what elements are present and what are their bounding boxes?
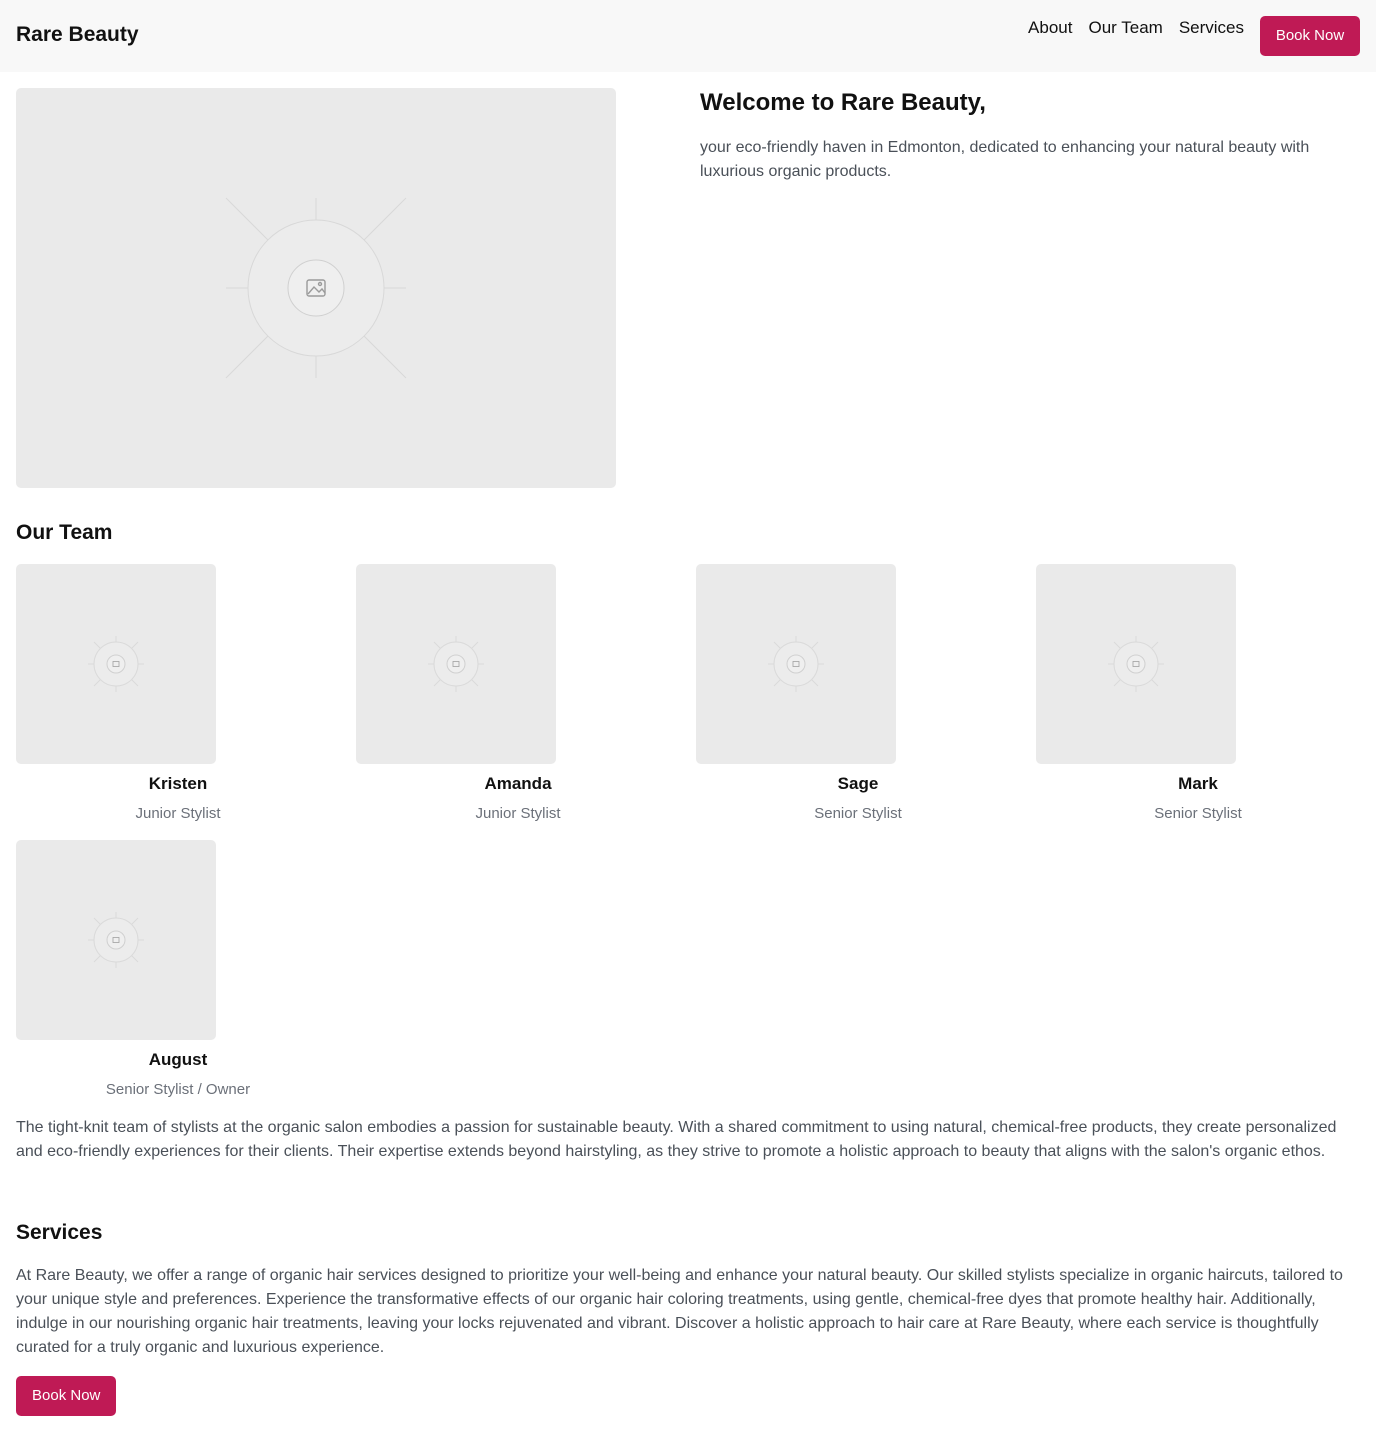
image-placeholder-icon (428, 636, 484, 692)
team-member-photo (16, 564, 216, 764)
team-member-role: Junior Stylist (475, 805, 561, 822)
team-member-name: Kristen (148, 774, 208, 793)
header-book-now-button[interactable]: Book Now (1260, 16, 1360, 56)
team-member-name: Amanda (484, 774, 552, 793)
team-member-role: Senior Stylist / Owner (105, 1081, 251, 1098)
site-header: Rare Beauty About Our Team Services Book… (0, 0, 1376, 72)
nav-services[interactable]: Services (1179, 18, 1244, 38)
image-placeholder-icon (768, 636, 824, 692)
hero-title: Welcome to Rare Beauty, (700, 89, 986, 116)
image-placeholder-icon (88, 636, 144, 692)
team-member-role: Junior Stylist (135, 805, 221, 822)
team-member-name: Mark (1178, 774, 1218, 793)
team-member-name: Sage (837, 774, 879, 793)
team-member-name: August (148, 1050, 208, 1069)
main-nav: About Our Team Services (1028, 18, 1244, 38)
team-description: The tight-knit team of stylists at the o… (16, 1119, 1337, 1160)
hero-image (16, 88, 616, 488)
team-member-photo (1036, 564, 1236, 764)
image-placeholder-icon (1108, 636, 1164, 692)
nav-about[interactable]: About (1028, 18, 1072, 38)
team-member-photo (16, 840, 216, 1040)
image-placeholder-icon (225, 197, 407, 379)
team-member-role: Senior Stylist (814, 805, 902, 822)
hero-text: your eco-friendly haven in Edmonton, ded… (700, 139, 1310, 180)
services-description: At Rare Beauty, we offer a range of orga… (16, 1267, 1343, 1356)
services-book-now-button[interactable]: Book Now (16, 1376, 117, 1416)
image-placeholder-icon (88, 912, 144, 968)
brand-logo[interactable]: Rare Beauty (16, 23, 139, 47)
team-section-title: Our Team (16, 521, 113, 544)
services-section-title: Services (16, 1221, 103, 1244)
team-member-role: Senior Stylist (1154, 805, 1242, 822)
team-member-photo (696, 564, 896, 764)
nav-our-team[interactable]: Our Team (1088, 18, 1162, 38)
team-member-photo (356, 564, 556, 764)
